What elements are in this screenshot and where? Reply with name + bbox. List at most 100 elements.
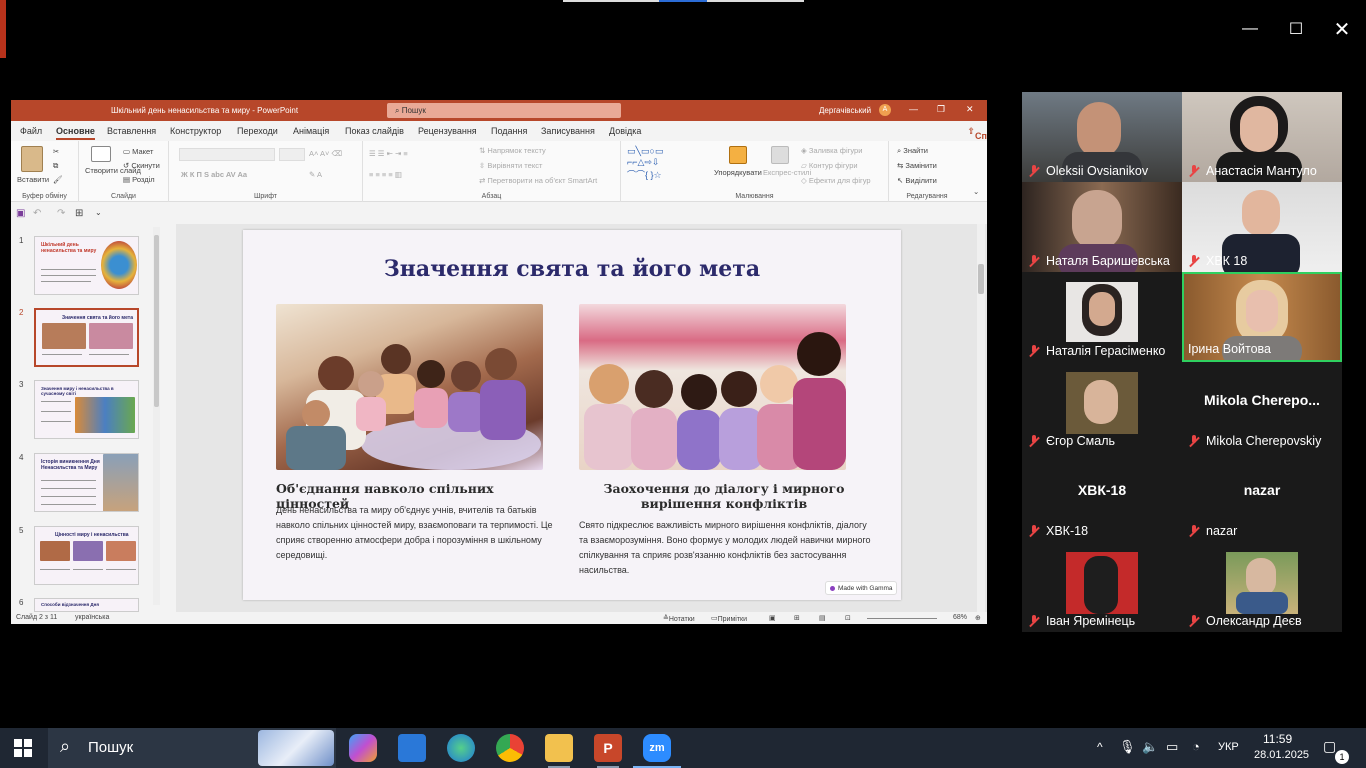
search-box[interactable]: ⌕ Пошук xyxy=(387,103,621,118)
participant-tile[interactable]: Наталя Баришевська xyxy=(1022,182,1182,272)
slide-thumbnail-1[interactable]: Шкільний день ненасильства та миру xyxy=(34,236,139,295)
right-heading[interactable]: Заохочення до діалогу і мирного вирішенн… xyxy=(579,481,869,511)
comments-button[interactable]: ▭ Примітки xyxy=(711,614,747,623)
minimize-icon[interactable]: — xyxy=(909,104,918,114)
new-slide-icon[interactable] xyxy=(91,146,111,162)
select-button[interactable]: ↖ Виділити xyxy=(897,176,937,185)
start-button[interactable] xyxy=(14,739,32,757)
smartart-button[interactable]: ⇄ Перетворити на об'єкт SmartArt xyxy=(479,176,597,185)
customize-toolbar-icon[interactable]: ⌄ xyxy=(95,208,102,217)
participant-tile[interactable]: Oleksii Ovsianikov xyxy=(1022,92,1182,182)
tab-file[interactable]: Файл xyxy=(20,126,42,136)
shapes-gallery[interactable]: ▭╲▭○▭ ⌐⌐△⇨⇩ ⌒⌒{ }☆ xyxy=(627,146,663,181)
participant-tile[interactable]: Єгор Смаль xyxy=(1022,362,1182,452)
normal-view-icon[interactable]: ▣ xyxy=(769,614,776,622)
redo-icon[interactable]: ↷ xyxy=(57,208,65,219)
volume-icon[interactable]: 🔈 xyxy=(1142,739,1158,755)
format-painter-icon[interactable]: 🖌 xyxy=(53,175,63,184)
copilot-icon[interactable] xyxy=(349,734,377,762)
shape-outline-button[interactable]: ▱ Контур фігури xyxy=(801,161,858,170)
store-icon[interactable] xyxy=(398,734,426,762)
layout-button[interactable]: ▭ Макет xyxy=(123,147,153,156)
slideshow-view-icon[interactable]: ⊡ xyxy=(845,614,851,622)
restore-icon[interactable]: ❐ xyxy=(937,104,945,115)
slide-thumbnail-5[interactable]: Цінності миру і ненасильства xyxy=(34,526,139,585)
slide-sorter-icon[interactable]: ⊞ xyxy=(794,614,800,622)
participant-tile[interactable]: ХВК-18 ХВК-18 xyxy=(1022,452,1182,542)
font-name-field[interactable] xyxy=(179,148,275,161)
slide-thumbnail-4[interactable]: Історія виникнення Дня Ненасильства та М… xyxy=(34,453,139,512)
current-slide[interactable]: Значення свята та його мета Об'єднання н… xyxy=(243,230,901,600)
notification-icon[interactable]: ▢ xyxy=(1323,738,1336,755)
align-buttons[interactable]: ≡ ≡ ≡ ≡ ▥ xyxy=(369,170,402,179)
close-icon[interactable]: ✕ xyxy=(966,104,974,115)
participant-tile[interactable]: ХВК 18 xyxy=(1182,182,1342,272)
battery-icon[interactable]: ▭ xyxy=(1166,739,1178,755)
paste-label[interactable]: Вставити xyxy=(17,175,49,184)
participant-tile[interactable]: Mikola Cherepo... Mikola Cherepovskiy xyxy=(1182,362,1342,452)
reading-view-icon[interactable]: ▤ xyxy=(819,614,826,622)
tab-slideshow[interactable]: Показ слайдів xyxy=(345,126,404,136)
language-indicator[interactable]: УКР xyxy=(1218,741,1239,753)
notes-button[interactable]: ≙ Нотатки xyxy=(663,614,695,623)
save-icon[interactable]: ▣ xyxy=(16,208,25,219)
thumbnails-scrollbar[interactable] xyxy=(153,227,160,605)
copy-icon[interactable]: ⧉ xyxy=(53,161,58,171)
zoom-icon[interactable]: zm xyxy=(643,734,671,762)
shape-fill-button[interactable]: ◈ Заливка фігури xyxy=(801,146,862,155)
powerpoint-icon[interactable]: P xyxy=(594,734,622,762)
replace-button[interactable]: ⇆ Замінити xyxy=(897,161,937,170)
participant-tile[interactable]: Наталія Герасіменко xyxy=(1022,272,1182,362)
participant-tile[interactable]: nazar nazar xyxy=(1182,452,1342,542)
shape-effects-button[interactable]: ◇ Ефекти для фігур xyxy=(801,176,871,185)
close-icon[interactable]: ✕ xyxy=(1327,14,1357,44)
tab-view[interactable]: Подання xyxy=(491,126,527,136)
find-button[interactable]: ⌕ Знайти xyxy=(897,146,928,156)
tab-help[interactable]: Довідка xyxy=(609,126,641,136)
reset-button[interactable]: ↺ Скинути xyxy=(123,161,160,170)
quick-styles-icon[interactable] xyxy=(771,146,789,164)
photo-children[interactable] xyxy=(579,304,846,470)
cut-icon[interactable]: ✂ xyxy=(53,147,59,156)
tab-recording[interactable]: Записування xyxy=(541,126,595,136)
font-color-buttons[interactable]: ✎ A xyxy=(309,170,322,179)
tab-design[interactable]: Конструктор xyxy=(170,126,221,136)
participant-tile[interactable]: Олександр Деєв xyxy=(1182,542,1342,632)
microphone-icon[interactable]: 🎙 xyxy=(1119,739,1136,755)
start-slideshow-icon[interactable]: ⊞ xyxy=(75,208,83,219)
paste-icon[interactable] xyxy=(21,146,43,172)
align-text-button[interactable]: ⇳ Вирівняти текст xyxy=(479,161,542,170)
font-size-field[interactable] xyxy=(279,148,305,161)
participant-tile-active-speaker[interactable]: Ірина Войтова xyxy=(1182,272,1342,362)
show-hidden-icons[interactable]: ^ xyxy=(1097,740,1103,754)
slide-thumbnail-6[interactable]: Способи відзначення Дня xyxy=(34,598,139,612)
font-style-buttons[interactable]: Ж К П S abc AV Aa xyxy=(181,170,247,179)
zoom-level[interactable]: 68% xyxy=(953,614,967,621)
made-with-gamma-badge[interactable]: Made with Gamma xyxy=(825,581,897,595)
font-size-buttons[interactable]: A˄ A˅ ⌫ xyxy=(309,149,342,158)
arrange-label[interactable]: Упорядкувати xyxy=(714,168,762,177)
share-button[interactable]: ⇪ Спільний доступ xyxy=(967,126,987,151)
maximize-icon[interactable]: ☐ xyxy=(1281,14,1311,44)
undo-icon[interactable]: ↶ xyxy=(33,208,41,219)
list-buttons[interactable]: ☰ ☰ ⇤ ⇥ ≡ xyxy=(369,149,408,158)
arrange-icon[interactable] xyxy=(729,146,747,164)
tab-insert[interactable]: Вставлення xyxy=(107,126,156,136)
participant-tile[interactable]: Іван Яремінець xyxy=(1022,542,1182,632)
slide-thumbnail-3[interactable]: Значення миру і ненасильства в сучасному… xyxy=(34,380,139,439)
taskbar-search[interactable]: ⌕ Пошук xyxy=(48,728,336,768)
left-body[interactable]: День ненасильства та миру об'єднує учнів… xyxy=(276,503,566,563)
right-body[interactable]: Свято підкреслює важливість мирного вирі… xyxy=(579,518,875,578)
avatar[interactable]: A xyxy=(879,104,891,116)
section-button[interactable]: ▤ Розділ xyxy=(123,175,155,184)
network-icon[interactable]: ◔ xyxy=(1192,739,1200,754)
language-status[interactable]: українська xyxy=(75,614,109,621)
participant-tile[interactable]: Анастасія Мантуло xyxy=(1182,92,1342,182)
tab-animations[interactable]: Анімація xyxy=(293,126,329,136)
edge-icon[interactable] xyxy=(447,734,475,762)
text-direction-button[interactable]: ⇅ Напрямок тексту xyxy=(479,146,546,155)
minimize-icon[interactable]: — xyxy=(1235,14,1265,44)
slide-thumbnail-2[interactable]: Значення свята та його мета xyxy=(34,308,139,367)
photo-teachers-children[interactable] xyxy=(276,304,543,470)
fit-to-window-icon[interactable]: ⊕ xyxy=(975,614,981,622)
